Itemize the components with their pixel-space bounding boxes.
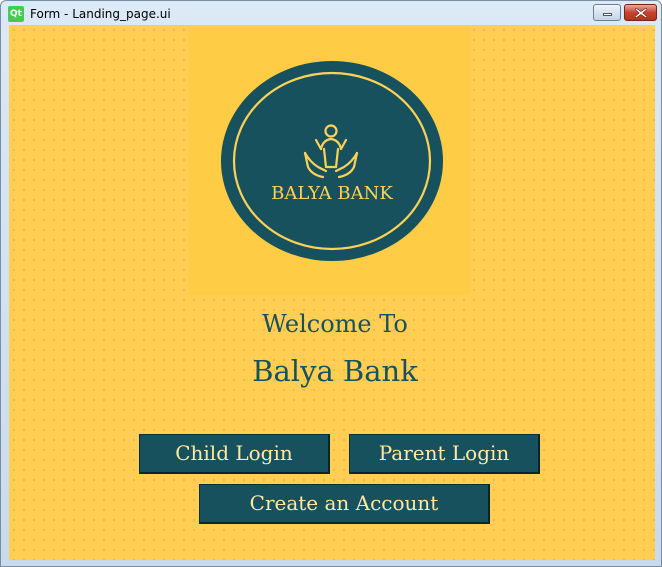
close-button[interactable] bbox=[624, 4, 657, 21]
app-window: Qt Form - Landing_page.ui BALYA BANK Wel… bbox=[0, 0, 662, 567]
welcome-heading: Welcome To bbox=[262, 310, 408, 338]
title-bar[interactable]: Qt Form - Landing_page.ui bbox=[1, 1, 661, 27]
logo-text: BALYA BANK bbox=[271, 183, 393, 204]
minimize-button[interactable] bbox=[593, 4, 621, 21]
form-area: BALYA BANK Welcome To Balya Bank Child L… bbox=[9, 25, 655, 560]
parent-login-button[interactable]: Parent Login bbox=[349, 434, 540, 474]
bank-logo: BALYA BANK bbox=[189, 27, 470, 295]
close-icon bbox=[635, 8, 647, 18]
minimize-icon bbox=[603, 13, 612, 16]
logo-circle bbox=[221, 61, 443, 261]
qt-logo-icon: Qt bbox=[8, 6, 24, 22]
create-account-button[interactable]: Create an Account bbox=[199, 484, 490, 524]
bank-name-heading: Balya Bank bbox=[252, 354, 418, 388]
window-title: Form - Landing_page.ui bbox=[30, 7, 171, 21]
child-login-button[interactable]: Child Login bbox=[139, 434, 330, 474]
